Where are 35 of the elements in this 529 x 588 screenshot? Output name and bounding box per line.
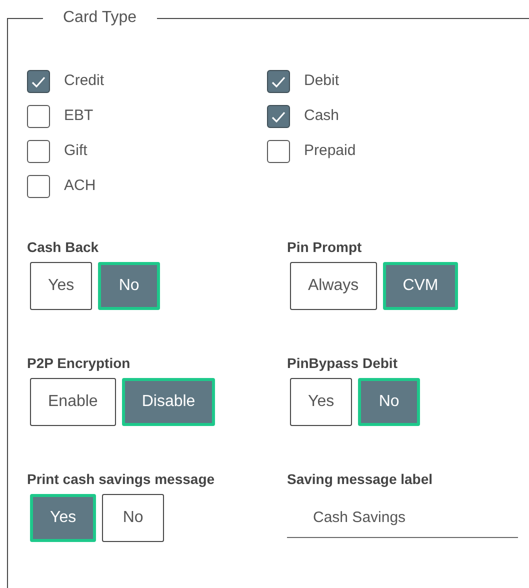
checkbox-label: Cash	[304, 106, 340, 126]
checkbox-label: ACH	[64, 176, 96, 196]
checkmark-icon	[271, 110, 286, 122]
setting-label: PinBypass Debit	[287, 354, 398, 372]
checkbox-label: Debit	[304, 71, 340, 92]
checkmark-icon	[271, 76, 286, 88]
checkmark-icon	[31, 76, 46, 88]
toggle-option[interactable]: No	[358, 378, 420, 426]
panel-title: Card Type	[62, 8, 138, 28]
toggle-option[interactable]: No	[102, 494, 164, 542]
toggle-option[interactable]: CVM	[382, 262, 458, 310]
toggle-option[interactable]: No	[98, 262, 160, 310]
checkbox[interactable]	[27, 140, 50, 163]
setting-label: P2P Encryption	[27, 354, 132, 372]
toggle-option[interactable]: Always	[290, 262, 377, 310]
setting-label: Print cash savings message	[27, 470, 216, 488]
checkbox[interactable]	[267, 140, 290, 163]
toggle-option[interactable]: Yes	[290, 378, 352, 426]
checkbox[interactable]	[27, 175, 50, 198]
checked-checkbox[interactable]	[267, 105, 290, 128]
setting-label: Saving message label	[287, 470, 434, 488]
setting-label: Cash Back	[27, 238, 100, 256]
input-field[interactable]: Cash Savings	[287, 498, 518, 538]
toggle-option[interactable]: Disable	[122, 378, 216, 426]
toggle-option[interactable]: Yes	[30, 262, 92, 310]
setting-label: Pin Prompt	[287, 238, 363, 256]
checkbox-label: Prepaid	[304, 141, 356, 162]
checked-checkbox[interactable]	[267, 70, 290, 93]
toggle-option[interactable]: Enable	[30, 378, 116, 426]
checkbox-label: Credit	[64, 71, 104, 92]
checkbox-label: Gift	[64, 141, 88, 162]
checkbox[interactable]	[27, 105, 50, 128]
toggle-option[interactable]: Yes	[30, 494, 96, 542]
checkbox-label: EBT	[64, 106, 94, 126]
checked-checkbox[interactable]	[27, 70, 50, 93]
